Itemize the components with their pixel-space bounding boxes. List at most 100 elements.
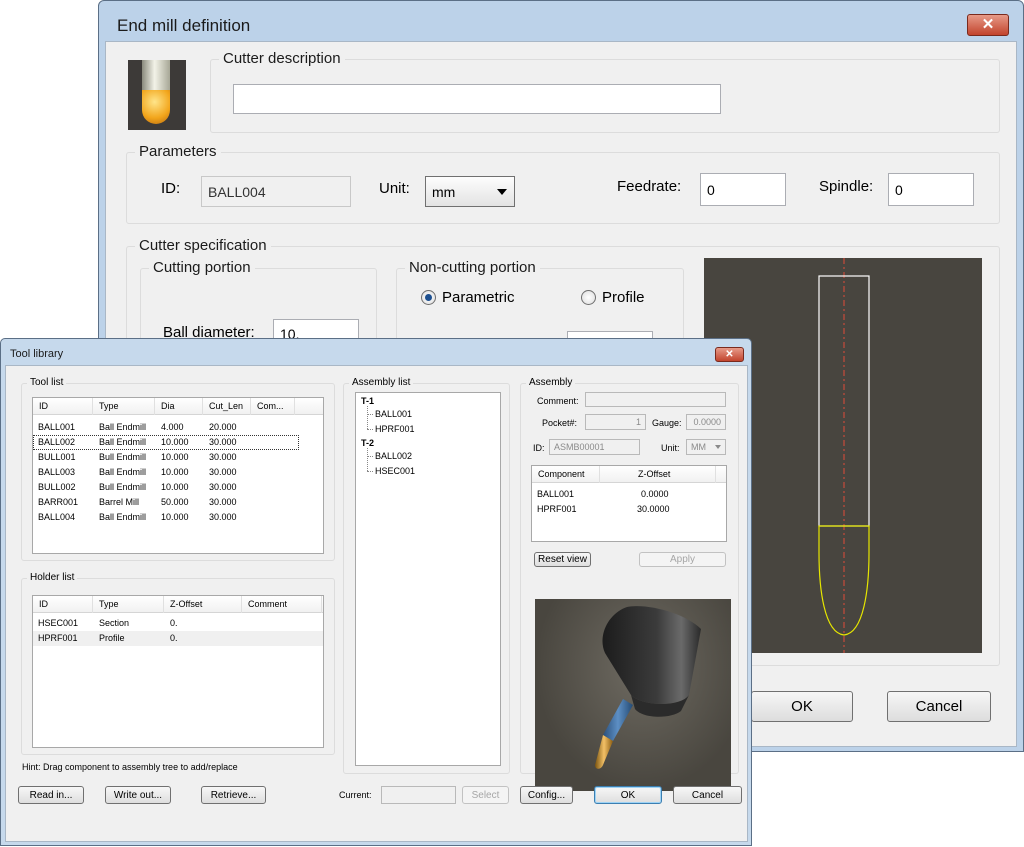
table-row[interactable]: HPRF001 30.0000 [532,502,726,517]
col-type[interactable]: Type [93,596,164,613]
apply-button[interactable]: Apply [639,552,726,567]
col-component[interactable]: Component [532,466,600,483]
table-row[interactable]: BALL001 Ball Endmill 4.000 20.000 [33,420,323,435]
assembly-list-group: Assembly list T-1 BALL001 HPRF001 T-2 BA… [343,377,510,774]
assembly-3d-view[interactable] [535,599,731,791]
end-mill-icon [128,60,186,130]
parametric-radio[interactable]: Parametric [421,289,515,306]
component-table[interactable]: Component Z-Offset BALL001 0.0000 HPRF00… [531,465,727,542]
table-row[interactable]: BALL004 Ball Endmill 10.000 30.000 [33,510,323,525]
col-comment[interactable]: Com... [251,398,295,415]
tree-node-t1[interactable]: T-1 [361,396,374,406]
cell-type: Ball Endmill [99,467,147,477]
config-button[interactable]: Config... [520,786,573,804]
cancel-button[interactable]: Cancel [673,786,742,804]
id-field: BALL004 [201,176,351,207]
hint-text: Hint: Drag component to assembly tree to… [22,762,238,772]
col-id[interactable]: ID [33,398,93,415]
ok-button[interactable]: OK [751,691,853,722]
table-row[interactable]: HSEC001 Section 0. [33,616,323,631]
tool-tip-shape [595,735,613,769]
tree-leaf-ball002[interactable]: BALL002 [375,451,412,461]
tool-shank-shape [603,699,633,741]
col-dia[interactable]: Dia [155,398,203,415]
cell-dia: 10.000 [161,512,189,522]
close-icon[interactable]: ✕ [715,347,744,362]
retrieve-button[interactable]: Retrieve... [201,786,266,804]
cell-cut-len: 30.000 [209,452,237,462]
cell-dia: 10.000 [161,452,189,462]
cell-id: BALL003 [38,467,76,477]
col-z-offset[interactable]: Z-Offset [164,596,242,613]
spindle-input[interactable]: 0 [888,173,974,206]
cutting-portion-label: Cutting portion [149,259,255,276]
cell-component: HPRF001 [537,504,577,514]
tool-list-header: ID Type Dia Cut_Len Com... [33,398,323,415]
reset-view-button[interactable]: Reset view [534,552,591,567]
cutter-description-group: Cutter description [210,50,1000,133]
cell-dia: 10.000 [161,467,189,477]
table-row[interactable]: BALL002 Ball Endmill 10.000 30.000 [33,435,299,450]
table-row[interactable]: BALL003 Ball Endmill 10.000 30.000 [33,465,323,480]
col-id[interactable]: ID [33,596,93,613]
id-label: ID: [161,180,181,197]
gauge-field[interactable]: 0.0000 [686,414,726,430]
unit-select[interactable]: mm [425,176,515,207]
assembly-unit-value: MM [691,442,706,452]
assembly-id-label: ID: [533,443,545,453]
holder-list-table[interactable]: ID Type Z-Offset Comment HSEC001 Section… [32,595,324,748]
tree-leaf-hsec001[interactable]: HSEC001 [375,466,415,476]
unit-value: mm [432,183,456,200]
feedrate-input[interactable]: 0 [700,173,786,206]
cell-id: BARR001 [38,497,79,507]
pocket-field[interactable]: 1 [585,414,646,430]
cell-type: Bull Endmill [99,452,147,462]
cell-z-offset: 0. [170,633,178,643]
tree-leaf-hprf001[interactable]: HPRF001 [375,424,415,434]
col-z-offset[interactable]: Z-Offset [600,466,716,483]
cell-type: Profile [99,633,125,643]
comment-field[interactable] [585,392,726,407]
assembly-unit-select[interactable]: MM [686,439,726,455]
current-label: Current: [339,790,372,800]
ok-button[interactable]: OK [594,786,662,804]
cell-cut-len: 20.000 [209,422,237,432]
tool-list-table[interactable]: ID Type Dia Cut_Len Com... BALL001 Ball … [32,397,324,554]
table-row[interactable]: BALL001 0.0000 [532,487,726,502]
holder-shape [602,606,701,717]
assembly-tree[interactable]: T-1 BALL001 HPRF001 T-2 BALL002 HSEC001 [355,392,501,766]
cell-cut-len: 30.000 [209,512,237,522]
current-field [381,786,456,804]
cell-z-offset: 0. [170,618,178,628]
assembly-list-label: Assembly list [349,377,414,388]
profile-radio[interactable]: Profile [581,289,645,306]
cell-dia: 50.000 [161,497,189,507]
cell-cut-len: 30.000 [209,482,237,492]
non-cutting-portion-label: Non-cutting portion [405,259,540,276]
cutter-description-input[interactable] [233,84,721,114]
tool-list-group: Tool list ID Type Dia Cut_Len Com... BAL… [21,377,335,561]
cell-type: Ball Endmill [99,437,147,447]
tree-node-t2[interactable]: T-2 [361,438,374,448]
write-out-button[interactable]: Write out... [105,786,171,804]
col-cut-len[interactable]: Cut_Len [203,398,251,415]
col-type[interactable]: Type [93,398,155,415]
col-comment[interactable]: Comment [242,596,322,613]
close-icon[interactable]: ✕ [967,14,1009,36]
holder-list-header: ID Type Z-Offset Comment [33,596,323,613]
radio-selected-icon [421,290,436,305]
cell-type: Barrel Mill [99,497,140,507]
cell-dia: 4.000 [161,422,184,432]
table-row[interactable]: BULL001 Bull Endmill 10.000 30.000 [33,450,323,465]
select-button[interactable]: Select [462,786,509,804]
table-row[interactable]: BARR001 Barrel Mill 50.000 30.000 [33,495,323,510]
table-row[interactable]: BULL002 Bull Endmill 10.000 30.000 [33,480,323,495]
tree-leaf-ball001[interactable]: BALL001 [375,409,412,419]
cell-type: Section [99,618,130,628]
parametric-label: Parametric [442,289,515,306]
assembly-label: Assembly [526,377,576,388]
read-in-button[interactable]: Read in... [18,786,84,804]
table-row[interactable]: HPRF001 Profile 0. [33,631,323,646]
cancel-button[interactable]: Cancel [887,691,991,722]
cell-type: Ball Endmill [99,512,147,522]
